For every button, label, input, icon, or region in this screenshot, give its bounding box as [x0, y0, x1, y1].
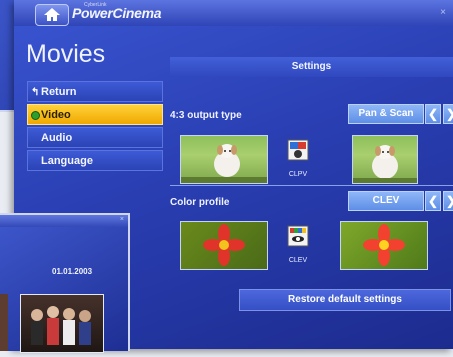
date-label: 01.01.2003 — [52, 267, 93, 276]
clpv-label: CLPV — [288, 171, 308, 178]
flower-image — [203, 224, 245, 266]
sidebar-item-label: Return — [41, 86, 77, 98]
clpv-icon: CLPV — [286, 138, 310, 178]
photo-thumbnail[interactable] — [20, 294, 104, 353]
group-photo-image — [31, 306, 91, 345]
photo-edge — [0, 294, 8, 351]
color-profile-next-arrow[interactable]: ❯ — [443, 191, 453, 211]
sidebar-item-return[interactable]: ↰ Return — [27, 81, 163, 102]
window-corner-icon: × — [440, 7, 446, 18]
restore-default-button[interactable]: Restore default settings — [239, 289, 451, 311]
sidebar-item-video[interactable]: Video — [27, 104, 163, 125]
output-type-label: 4:3 output type — [170, 110, 242, 121]
color-profile-prev-arrow[interactable]: ❮ — [425, 191, 441, 211]
app-brand: PowerCinema — [72, 5, 162, 21]
dog-image — [181, 144, 267, 183]
green-bullet-icon — [31, 111, 40, 120]
color-profile-value-button[interactable]: CLEV — [348, 191, 424, 211]
home-button[interactable] — [35, 4, 69, 26]
color-preview-before — [180, 221, 268, 270]
output-preview-before — [180, 135, 268, 184]
color-profile-label: Color profile — [170, 197, 230, 208]
foreground-window: × 01.01.2003 — [0, 213, 130, 353]
window-corner-icon: × — [119, 216, 124, 223]
output-type-prev-arrow[interactable]: ❮ — [425, 104, 441, 124]
sidebar-nav: ↰ Return Video Audio Language — [27, 81, 163, 173]
page-title: Movies — [26, 40, 106, 68]
sidebar-item-label: Audio — [41, 132, 73, 144]
dog-image — [353, 145, 417, 183]
sidebar-item-audio[interactable]: Audio — [27, 127, 163, 148]
clev-label: CLEV — [288, 257, 308, 264]
sidebar-item-label: Video — [41, 109, 71, 121]
title-bar: CyberLink PowerCinema × — [14, 0, 453, 26]
output-type-value-button[interactable]: Pan & Scan — [348, 104, 424, 124]
output-type-next-arrow[interactable]: ❯ — [443, 104, 453, 124]
output-preview-after — [352, 135, 418, 184]
clev-icon: CLEV — [286, 224, 310, 264]
section-divider — [170, 185, 453, 186]
flower-image — [363, 224, 405, 266]
foreground-title-bar: × — [0, 215, 128, 227]
color-preview-after — [340, 221, 428, 270]
sidebar-item-language[interactable]: Language — [27, 150, 163, 171]
sidebar-item-label: Language — [41, 155, 93, 167]
home-icon — [44, 8, 60, 21]
return-arrow-icon: ↰ — [31, 87, 40, 98]
settings-header: Settings — [170, 57, 453, 77]
